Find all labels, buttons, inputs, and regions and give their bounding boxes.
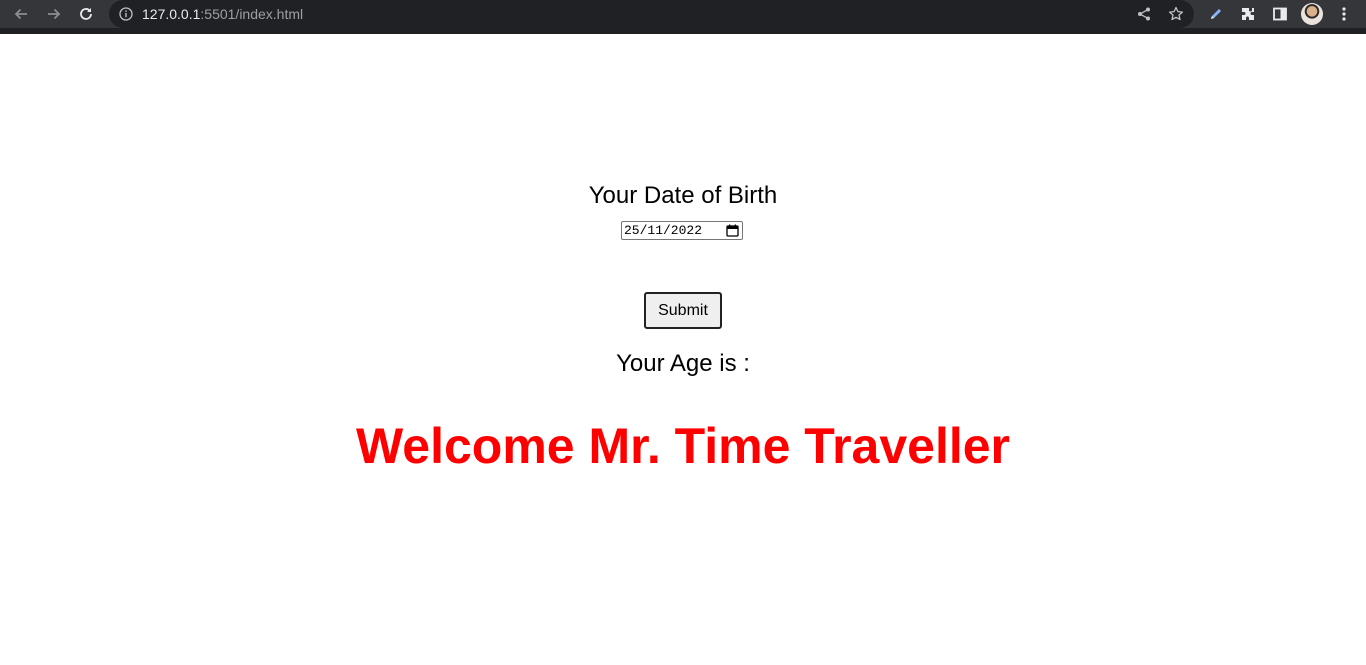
page-content: Your Date of Birth 25/11/2022 Submit You…: [0, 34, 1366, 665]
menu-icon: [1342, 7, 1346, 21]
extensions-icon: [1242, 8, 1254, 20]
bookmark-button[interactable]: [1166, 4, 1186, 24]
forward-button[interactable]: [43, 3, 65, 25]
extensions-button[interactable]: [1238, 4, 1258, 24]
site-info-icon[interactable]: [119, 7, 133, 21]
age-label: Your Age is :: [616, 350, 750, 377]
reload-button[interactable]: [75, 3, 97, 25]
avatar[interactable]: [1301, 3, 1323, 25]
share-icon: [1138, 7, 1150, 21]
side-panel-button[interactable]: [1270, 4, 1290, 24]
url-host: 127.0.0.1: [142, 6, 201, 22]
address-bar[interactable]: 127.0.0.1:5501/index.html: [109, 0, 1194, 28]
back-icon: [14, 8, 27, 20]
forward-icon: [48, 8, 61, 20]
share-button[interactable]: [1134, 4, 1154, 24]
pen-extension-button[interactable]: [1206, 4, 1226, 24]
calendar-icon[interactable]: [726, 224, 739, 237]
date-of-birth-input[interactable]: 25/11/2022: [621, 221, 743, 240]
bookmark-star-icon: [1168, 6, 1184, 21]
reload-icon: [80, 8, 92, 20]
date-value[interactable]: 25/11/2022: [624, 223, 702, 239]
url-text[interactable]: 127.0.0.1:5501/index.html: [142, 5, 303, 23]
side-panel-icon: [1273, 7, 1287, 21]
menu-button[interactable]: [1334, 4, 1354, 24]
back-button[interactable]: [10, 3, 32, 25]
submit-button[interactable]: Submit: [644, 292, 722, 329]
welcome-message: Welcome Mr. Time Traveller: [355, 418, 1011, 474]
dob-label: Your Date of Birth: [588, 182, 778, 209]
pen-icon: [1211, 9, 1221, 19]
url-path: :5501/index.html: [200, 6, 304, 22]
browser-toolbar: 127.0.0.1:5501/index.html: [0, 0, 1366, 34]
